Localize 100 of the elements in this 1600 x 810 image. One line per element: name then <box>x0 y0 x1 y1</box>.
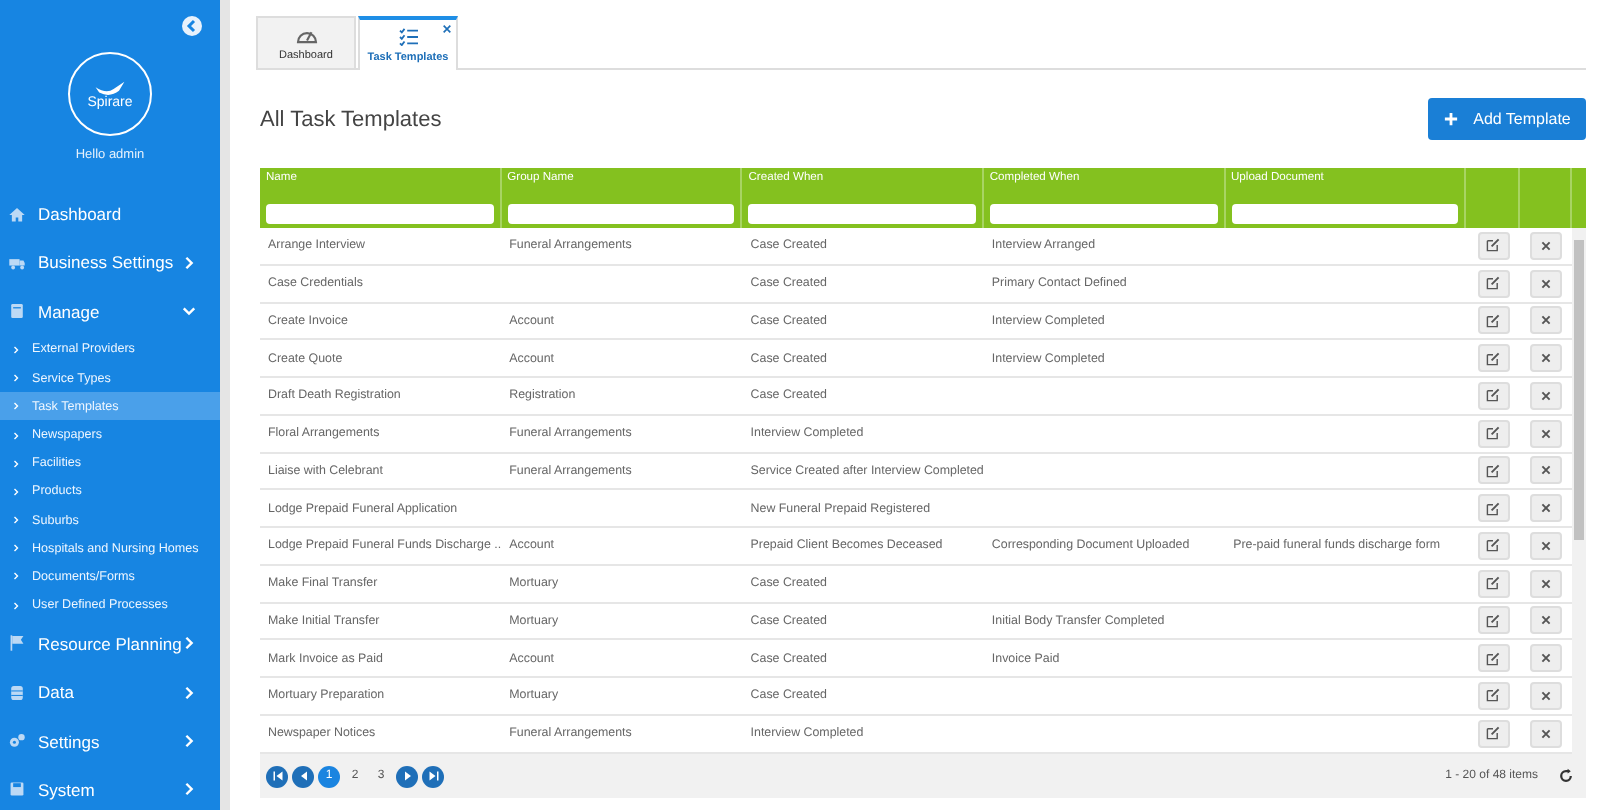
filter-field[interactable] <box>1231 204 1459 224</box>
plus-icon <box>1443 112 1458 126</box>
previous-page-button[interactable] <box>292 765 314 787</box>
database-icon <box>8 683 26 702</box>
flag-icon <box>8 634 26 653</box>
edit-icon <box>1486 576 1501 591</box>
close-icon <box>1540 277 1553 290</box>
edit-button[interactable] <box>1477 456 1510 485</box>
filter-field[interactable] <box>266 204 494 224</box>
delete-button[interactable] <box>1530 719 1563 748</box>
edit-icon <box>1486 276 1501 291</box>
delete-button[interactable] <box>1530 494 1563 523</box>
close-icon <box>1540 539 1553 552</box>
last-page-button[interactable] <box>422 765 444 787</box>
arrow-icon <box>401 770 413 782</box>
delete-button[interactable] <box>1530 344 1563 373</box>
edit-icon <box>1486 613 1501 628</box>
edit-icon <box>1486 501 1501 516</box>
chevron-icon <box>12 544 20 553</box>
edit-icon <box>1486 538 1501 553</box>
menu-item[interactable]: System <box>0 765 220 810</box>
edit-icon <box>1486 351 1501 366</box>
truck-icon <box>8 253 26 272</box>
close-icon <box>1540 464 1553 477</box>
edit-icon <box>1486 463 1501 478</box>
close-icon <box>1540 727 1553 740</box>
close-icon <box>1540 577 1553 590</box>
edit-button[interactable] <box>1477 719 1510 748</box>
chevron-icon <box>12 345 20 354</box>
edit-icon <box>1486 651 1501 666</box>
document-icon <box>8 302 26 321</box>
close-icon <box>1540 502 1553 515</box>
add-template-button[interactable]: Add Template <box>1428 98 1586 140</box>
close-icon <box>1540 352 1553 365</box>
delete-button[interactable] <box>1530 306 1563 335</box>
chevron-icon <box>182 255 196 270</box>
close-icon <box>1540 689 1553 702</box>
gauge-icon <box>295 26 317 44</box>
chevron-icon <box>12 374 20 383</box>
arrow-icon <box>271 770 283 782</box>
menu-item[interactable]: Resource Planning <box>0 619 220 669</box>
first-page-button[interactable] <box>266 765 288 787</box>
chevron-icon <box>12 431 20 440</box>
delete-button[interactable] <box>1530 681 1563 710</box>
menu-item[interactable]: Business Settings <box>0 238 220 288</box>
checklist-icon <box>397 28 419 46</box>
next-page-button[interactable] <box>396 765 418 787</box>
edit-icon <box>1486 388 1501 403</box>
close-icon <box>1540 614 1553 627</box>
menu-item[interactable]: Dashboard <box>0 190 220 239</box>
delete-button[interactable] <box>1530 269 1563 298</box>
delete-button[interactable] <box>1530 419 1563 448</box>
close-icon <box>1540 314 1553 327</box>
menu-item[interactable]: Manage <box>0 287 220 336</box>
delete-button[interactable] <box>1530 531 1563 560</box>
edit-button[interactable] <box>1477 569 1510 598</box>
delete-button[interactable] <box>1530 381 1563 410</box>
gears-icon <box>8 732 26 750</box>
delete-button[interactable] <box>1530 644 1563 673</box>
chevron-icon <box>12 459 20 468</box>
edit-button[interactable] <box>1477 644 1510 673</box>
chevron-icon <box>182 304 196 319</box>
edit-icon <box>1486 688 1501 703</box>
chevron-icon <box>182 685 196 700</box>
edit-button[interactable] <box>1477 494 1510 523</box>
edit-button[interactable] <box>1477 231 1510 260</box>
edit-button[interactable] <box>1477 306 1510 335</box>
edit-button[interactable] <box>1477 381 1510 410</box>
edit-icon <box>1486 726 1501 741</box>
menu-item[interactable]: Settings <box>0 716 220 766</box>
collapse-icon[interactable] <box>182 16 202 36</box>
edit-icon <box>1486 426 1501 441</box>
chevron-icon <box>12 402 20 411</box>
delete-button[interactable] <box>1530 606 1563 635</box>
edit-icon <box>1486 313 1501 328</box>
close-icon[interactable] <box>442 24 452 34</box>
delete-button[interactable] <box>1530 456 1563 485</box>
chevron-icon <box>12 487 20 496</box>
edit-button[interactable] <box>1477 531 1510 560</box>
edit-button[interactable] <box>1477 419 1510 448</box>
edit-button[interactable] <box>1477 344 1510 373</box>
edit-button[interactable] <box>1477 681 1510 710</box>
close-icon <box>1540 239 1553 252</box>
filter-field[interactable] <box>507 204 735 224</box>
chevron-icon <box>12 572 20 581</box>
refresh-icon[interactable] <box>1558 768 1574 784</box>
arrow-icon <box>427 770 439 782</box>
delete-button[interactable] <box>1530 231 1563 260</box>
scrollbar[interactable] <box>1572 228 1586 754</box>
menu-item[interactable]: Data <box>0 668 220 717</box>
edit-button[interactable] <box>1477 269 1510 298</box>
chevron-icon <box>182 734 196 748</box>
filter-field[interactable] <box>989 204 1217 224</box>
delete-button[interactable] <box>1530 569 1563 598</box>
chevron-icon <box>12 516 20 525</box>
close-icon <box>1540 427 1553 440</box>
home-icon <box>8 205 26 224</box>
edit-button[interactable] <box>1477 606 1510 635</box>
close-icon <box>1540 389 1553 402</box>
filter-field[interactable] <box>748 204 976 224</box>
